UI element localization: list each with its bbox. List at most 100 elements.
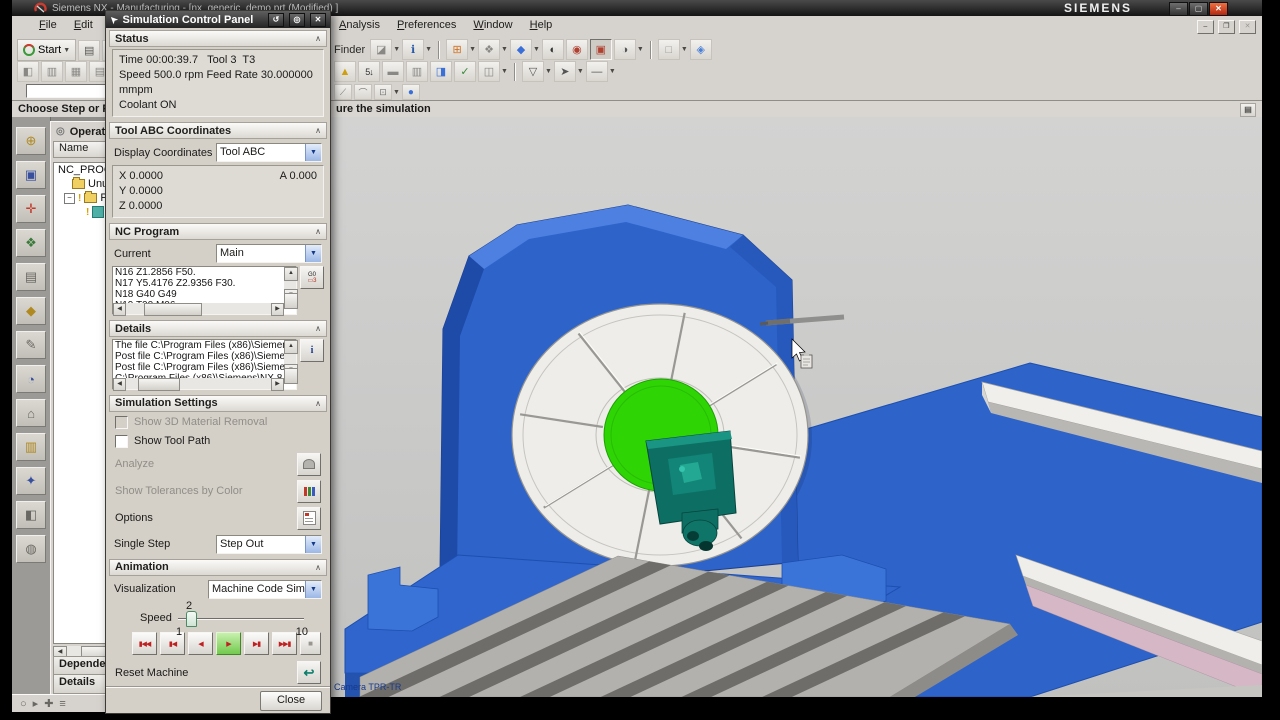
current-program-select[interactable]: Main ▼ <box>216 244 322 263</box>
info-tool-icon[interactable]: ℹ <box>402 39 425 60</box>
mdi-minimize-button[interactable]: – <box>1196 20 1214 34</box>
show-tool-path-checkbox[interactable] <box>115 434 128 448</box>
hand-block-icon[interactable]: ◫ <box>478 61 500 82</box>
details-vscrollbar[interactable]: ▲ ▼ <box>284 340 298 385</box>
nc-list-hscrollbar[interactable]: ◀ ▶ <box>113 303 284 317</box>
simulation-settings-section-header[interactable]: Simulation Settings ∧ <box>109 394 327 412</box>
status-icon[interactable]: ✚ <box>44 697 53 710</box>
dialog-reset-icon[interactable]: ↺ <box>268 12 284 27</box>
constraint-navigator-icon[interactable]: ▣ <box>16 161 46 189</box>
verify-toolpath-icon[interactable]: ▬ <box>382 61 404 82</box>
dialog-close-icon[interactable]: ✕ <box>310 12 326 27</box>
dialog-title-bar[interactable]: ➤ Simulation Control Panel ↺ ◎ ✕ <box>106 11 330 28</box>
details-list[interactable]: The file C:\Program Files (x86)\Siemen P… <box>112 339 298 391</box>
nc-program-section-header[interactable]: NC Program ∧ <box>109 223 327 240</box>
go-to-start-button[interactable]: ▮◀◀ <box>132 632 157 655</box>
history-icon[interactable]: ✎ <box>16 331 46 359</box>
manufacturing-wizards-icon[interactable]: ⌂ <box>16 399 46 427</box>
wireframe-view-icon[interactable]: ◉ <box>565 39 588 60</box>
collapse-expander-icon[interactable]: − <box>64 192 75 204</box>
shaded-view-icon[interactable]: ◆ <box>509 39 532 60</box>
nc-line[interactable]: N18 G40 G49 <box>113 289 284 300</box>
studio-view-icon[interactable]: ▣ <box>589 39 612 60</box>
resource-bar-icon[interactable]: ◧ <box>16 501 46 529</box>
dialog-options-icon[interactable]: ◎ <box>289 12 305 27</box>
line-tool-icon[interactable]: ⟋ <box>334 84 352 100</box>
details-hscrollbar[interactable]: ◀ ▶ <box>113 377 284 391</box>
empty-view-icon[interactable]: □ <box>657 39 680 60</box>
scroll-left-icon[interactable]: ◀ <box>113 377 126 391</box>
speed-slider-thumb[interactable] <box>186 610 197 627</box>
face-analysis-icon[interactable]: ◐ <box>541 39 564 60</box>
show-tool-path-label[interactable]: Show Tool Path <box>134 435 210 447</box>
play-backward-button[interactable]: ◀ <box>188 632 213 655</box>
scroll-up-icon[interactable]: ▲ <box>284 267 298 281</box>
arrow-tool-icon[interactable]: ➤ <box>553 61 576 82</box>
nc-list-vscrollbar[interactable]: ▲ ▼ <box>284 267 298 309</box>
start-button[interactable]: Start ▼ <box>17 39 77 61</box>
selection-input[interactable] <box>26 84 112 98</box>
new-file-icon[interactable]: ▤ <box>78 39 101 61</box>
rect-select-icon[interactable]: ⊡ <box>374 84 392 100</box>
mdi-close-button[interactable]: ✕ <box>1239 20 1256 34</box>
navigator-pin-icon[interactable]: ◎ <box>56 126 65 137</box>
menu-analysis[interactable]: Analysis <box>332 16 387 31</box>
info-button[interactable]: i <box>300 339 324 363</box>
cue-icon[interactable]: ▤ <box>1240 103 1256 117</box>
machine-sim-icon[interactable]: ▥ <box>406 61 428 82</box>
menu-help[interactable]: Help <box>523 16 560 31</box>
details-line[interactable]: Post file C:\Program Files (x86)\Siemer <box>113 351 284 362</box>
hd3d-tools-icon[interactable]: ▤ <box>16 263 46 291</box>
status-icon[interactable]: ▸ <box>33 697 39 710</box>
system-scenes-icon[interactable]: ✦ <box>16 467 46 495</box>
show-by-lines-button[interactable]: G0 ▭3 <box>300 266 324 289</box>
isometric-view-icon[interactable]: ◈ <box>689 39 712 60</box>
close-window-button[interactable]: ✕ <box>1209 2 1228 16</box>
menu-file[interactable]: File <box>32 16 64 31</box>
play-forward-button[interactable]: ▶ <box>216 632 241 655</box>
resource-bar-icon[interactable]: ◍ <box>16 535 46 563</box>
glove-mode-icon[interactable]: ❖ <box>478 39 500 60</box>
touch-icon[interactable]: ◪ <box>370 39 393 60</box>
status-icon[interactable]: ≡ <box>59 698 65 710</box>
menu-preferences[interactable]: Preferences <box>390 16 463 31</box>
nc-line[interactable]: N16 Z1.2856 F50. <box>113 267 284 278</box>
process-studio-icon[interactable]: ◔ <box>16 365 46 393</box>
assembly-navigator-icon[interactable]: ⊕ <box>16 127 46 155</box>
reset-machine-button[interactable]: ↩ <box>297 661 321 684</box>
step-forward-button[interactable]: ▶▮ <box>244 632 269 655</box>
coords-section-header[interactable]: Tool ABC Coordinates ∧ <box>109 122 327 139</box>
scroll-left-icon[interactable]: ◀ <box>113 303 126 317</box>
scroll-right-icon[interactable]: ▶ <box>271 377 284 391</box>
display-coordinates-select[interactable]: Tool ABC ▼ <box>216 143 322 162</box>
scroll-up-icon[interactable]: ▲ <box>284 340 298 355</box>
reset-machine-label[interactable]: Reset Machine <box>115 667 188 679</box>
half-shade-icon[interactable]: ◑ <box>613 39 636 60</box>
list-output-icon[interactable]: 5↓ <box>358 61 380 82</box>
viewport-3d[interactable]: Camera TPR-TR <box>330 117 1262 697</box>
toolbar-icon[interactable]: ▥ <box>41 61 63 82</box>
nc-line[interactable]: N17 Y5.4176 Z2.9356 F30. <box>113 278 284 289</box>
status-icon[interactable]: ○ <box>20 698 27 710</box>
details-line[interactable]: The file C:\Program Files (x86)\Siemen <box>113 340 284 351</box>
go-to-end-button[interactable]: ▶▶▮ <box>272 632 297 655</box>
generate-toolpath-icon[interactable]: ▲ <box>334 61 356 82</box>
workpiece-icon[interactable]: ◨ <box>430 61 452 82</box>
filter-icon[interactable]: ▽ <box>521 61 544 82</box>
toolbar-icon[interactable]: ◧ <box>17 61 39 82</box>
check-icon[interactable]: ✓ <box>454 61 476 82</box>
options-label[interactable]: Options <box>115 512 153 524</box>
status-section-header[interactable]: Status ∧ <box>109 30 327 47</box>
visualization-select[interactable]: Machine Code Sim ▼ <box>208 579 322 599</box>
details-line[interactable]: Post file C:\Program Files (x86)\Siemer <box>113 362 284 373</box>
menu-window[interactable]: Window <box>466 16 519 31</box>
web-browser-icon[interactable]: ◆ <box>16 297 46 325</box>
details-section-header[interactable]: Details ∧ <box>109 320 327 338</box>
toolbar-icon[interactable]: ▦ <box>65 61 87 82</box>
window-display-icon[interactable]: ⊞ <box>446 39 469 60</box>
roles-icon[interactable]: ▥ <box>16 433 46 461</box>
reuse-library-icon[interactable]: ❖ <box>16 229 46 257</box>
minimize-button[interactable]: – <box>1169 2 1188 16</box>
curve-tool-icon[interactable]: ⌒ <box>354 84 372 100</box>
maximize-button[interactable]: ▢ <box>1189 2 1208 16</box>
